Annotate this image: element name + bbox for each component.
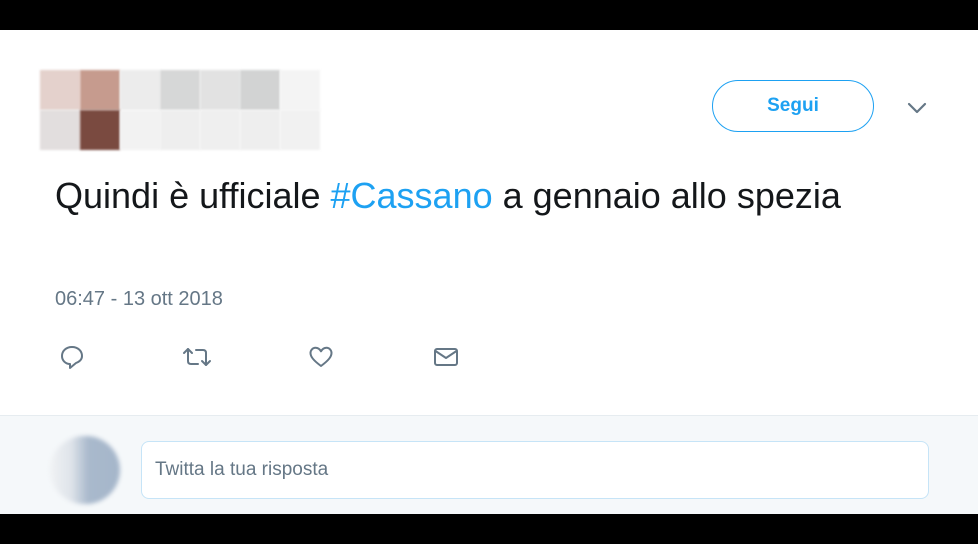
heart-icon[interactable] (304, 342, 338, 372)
tweet-text-part: Quindi è ufficiale (55, 175, 331, 216)
author-info-blurred (40, 70, 320, 150)
retweet-icon[interactable] (180, 342, 214, 372)
reply-icon[interactable] (55, 342, 89, 372)
mail-icon[interactable] (429, 342, 463, 372)
follow-button[interactable]: Segui (712, 80, 874, 132)
hashtag-link[interactable]: #Cassano (331, 175, 493, 216)
chevron-down-icon[interactable] (903, 96, 931, 120)
reply-area (0, 415, 978, 514)
avatar (50, 436, 120, 504)
tweet-timestamp[interactable]: 06:47 - 13 ott 2018 (55, 288, 223, 311)
tweet-text-part: a gennaio allo spezia (492, 175, 841, 216)
tweet-card: Segui Quindi è ufficiale #Cassano a genn… (0, 30, 978, 514)
tweet-text: Quindi è ufficiale #Cassano a gennaio al… (55, 170, 915, 222)
reply-input[interactable] (141, 441, 929, 499)
